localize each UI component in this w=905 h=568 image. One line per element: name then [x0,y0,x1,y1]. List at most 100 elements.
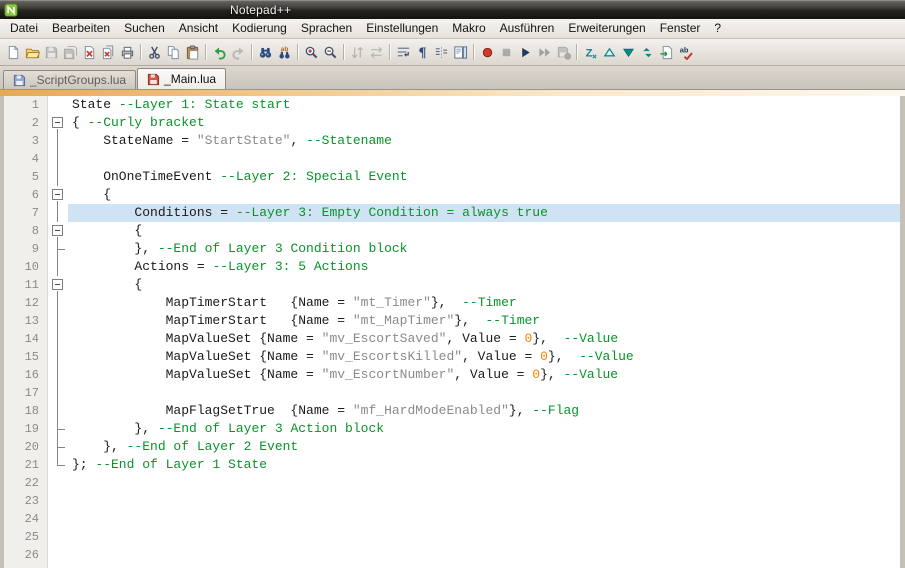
menu-item-ausfuehren[interactable]: Ausführen [493,19,562,38]
code-line[interactable]: OnOneTimeEvent --Layer 2: Special Event [68,168,900,186]
menu-item-hilfe[interactable]: ? [707,19,728,38]
editor-line-7: 7 Conditions = --Layer 3: Empty Conditio… [4,204,900,222]
replace-icon: ab [277,45,292,60]
copy-icon [166,45,181,60]
undo-icon [212,45,227,60]
code-line[interactable] [68,528,900,546]
fold-margin-cell [48,510,68,528]
replace-button[interactable]: ab [275,43,293,62]
code-line[interactable]: { [68,186,900,204]
menu-item-erweiterungen[interactable]: Erweiterungen [561,19,652,38]
code-line[interactable] [68,384,900,402]
tab-scriptgroups-lua[interactable]: _ScriptGroups.lua [3,70,137,89]
new-file-button[interactable] [4,43,22,62]
menu-item-fenster[interactable]: Fenster [653,19,708,38]
code-line[interactable]: MapTimerStart {Name = "mt_MapTimer"}, --… [68,312,900,330]
line-number: 2 [31,116,39,130]
show-all-characters-button[interactable]: ¶ [413,43,431,62]
code-line[interactable]: MapValueSet {Name = "mv_EscortsKilled", … [68,348,900,366]
close-all-icon [101,44,116,60]
zoom-in-button[interactable] [302,43,320,62]
menu-item-ansicht[interactable]: Ansicht [172,19,225,38]
line-number: 4 [31,152,39,166]
menu-item-kodierung[interactable]: Kodierung [225,19,294,38]
code-line[interactable]: MapValueSet {Name = "mv_EscortSaved", Va… [68,330,900,348]
fold-collapse-icon[interactable] [52,117,63,128]
code-line[interactable]: { --Curly bracket [68,114,900,132]
code-line[interactable] [68,492,900,510]
zoom-out-button[interactable] [321,43,339,62]
undo-button[interactable] [210,43,228,62]
word-wrap-button[interactable] [394,43,412,62]
code-line[interactable] [68,150,900,168]
line-number: 7 [31,206,39,220]
code-line[interactable]: Actions = --Layer 3: 5 Actions [68,258,900,276]
compare-button[interactable] [638,43,656,62]
code-line[interactable]: State --Layer 1: State start [68,96,900,114]
print-button[interactable] [118,43,136,62]
fold-collapse-icon[interactable] [52,189,63,200]
line-number: 25 [24,530,39,544]
fold-collapse-icon[interactable] [52,279,63,290]
code-line[interactable]: MapFlagSetTrue {Name = "mf_HardModeEnabl… [68,402,900,420]
fold-collapse-icon[interactable] [52,225,63,236]
new-file-icon [6,45,21,60]
code-line[interactable]: { [68,276,900,294]
menu-item-einstellungen[interactable]: Einstellungen [359,19,445,38]
menu-item-sprachen[interactable]: Sprachen [294,19,359,38]
code-line[interactable]: }, --End of Layer 2 Event [68,438,900,456]
export-button[interactable] [657,43,675,62]
close-file-button[interactable] [80,43,98,62]
close-all-button[interactable] [99,43,117,62]
line-number: 8 [31,224,39,238]
spell-check-button[interactable]: ab [676,43,694,62]
svg-text:Z: Z [585,47,592,59]
cut-button[interactable] [145,43,163,62]
fold-all-button[interactable] [600,43,618,62]
paste-button[interactable] [183,43,201,62]
notepadpp-window: Notepad++ Datei Bearbeiten Suchen Ansicht Ko… [0,0,905,568]
toolbar-separator [343,44,344,60]
fold-margin-cell [48,474,68,492]
code-line[interactable]: }, --End of Layer 3 Action block [68,420,900,438]
tab-label: _ScriptGroups.lua [30,73,127,87]
find-button[interactable] [256,43,274,62]
svg-text:ab: ab [679,45,688,54]
menu-item-makro[interactable]: Makro [445,19,492,38]
record-macro-icon [480,45,495,60]
save-all-icon [63,45,78,60]
record-macro-button[interactable] [478,43,496,62]
document-map-button[interactable] [451,43,469,62]
line-number: 22 [24,476,39,490]
menu-item-suchen[interactable]: Suchen [117,19,172,38]
editor-line-21: 21}; --End of Layer 1 State [4,456,900,474]
code-line[interactable]: }, --End of Layer 3 Condition block [68,240,900,258]
copy-button[interactable] [164,43,182,62]
fold-margin-cell [48,330,68,348]
code-line[interactable] [68,510,900,528]
save-file-icon [44,45,59,60]
menu-item-bearbeiten[interactable]: Bearbeiten [45,19,117,38]
code-line[interactable]: MapTimerStart {Name = "mt_Timer"}, --Tim… [68,294,900,312]
indent-guide-button[interactable] [432,43,450,62]
line-number: 24 [24,512,39,526]
unfold-all-button[interactable] [619,43,637,62]
tab-main-lua[interactable]: _Main.lua [137,68,227,89]
toolbar-separator [205,44,206,60]
code-line[interactable]: { [68,222,900,240]
code-line[interactable] [68,546,900,564]
paste-icon [185,44,200,60]
code-line[interactable]: StateName = "StartState", --Statename [68,132,900,150]
line-number: 18 [24,404,39,418]
code-line[interactable]: Conditions = --Layer 3: Empty Condition … [68,204,900,222]
code-line[interactable]: }; --End of Layer 1 State [68,456,900,474]
editor-area[interactable]: 1 State --Layer 1: State start 2 { --Curly … [0,96,905,568]
title-bar: Notepad++ [0,0,905,19]
textfx-button[interactable]: Z [581,43,599,62]
open-file-button[interactable] [23,43,41,62]
code-line[interactable]: MapValueSet {Name = "mv_EscortNumber", V… [68,366,900,384]
code-line[interactable] [68,474,900,492]
play-macro-button[interactable] [516,43,534,62]
notepadpp-app-icon[interactable] [4,2,18,17]
menu-item-datei[interactable]: Datei [3,19,45,38]
